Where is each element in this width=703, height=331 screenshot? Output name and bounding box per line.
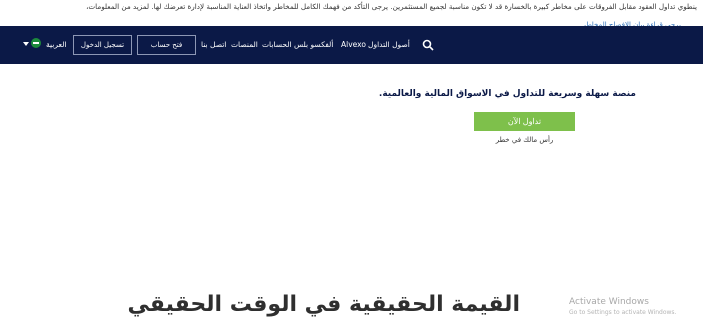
search-icon[interactable] bbox=[422, 39, 434, 51]
risk-warning-text: ينطوي تداول العقود مقابل الفروقات على مخ… bbox=[86, 2, 697, 11]
saudi-flag-icon[interactable] bbox=[31, 38, 41, 48]
hero-headline: منصة سهلة وسريعة للتداول في الاسواق الما… bbox=[378, 89, 636, 99]
capital-risk-note: رأس مالك في خطر bbox=[495, 136, 554, 144]
section-heading: القيمة الحقيقية في الوقت الحقيقي bbox=[127, 292, 521, 317]
open-account-button[interactable]: فتح حساب bbox=[137, 35, 196, 55]
nav-item-platforms[interactable]: المنصات bbox=[231, 40, 258, 50]
risk-warning-banner: ينطوي تداول العقود مقابل الفروقات على مخ… bbox=[0, 0, 703, 29]
nav-item-contact[interactable]: اتصل بنا bbox=[201, 40, 226, 50]
windows-activation-title: Activate Windows bbox=[569, 297, 649, 307]
nav-item-accounts[interactable]: الحسابات bbox=[262, 40, 292, 50]
chevron-down-icon[interactable] bbox=[23, 42, 29, 46]
nav-item-alvexo-plus[interactable]: ألفكسو بلس bbox=[294, 40, 333, 50]
login-button[interactable]: تسجيل الدخول bbox=[73, 35, 132, 55]
trade-now-button[interactable]: تداول الآن bbox=[474, 112, 575, 131]
language-selector-label[interactable]: العربية bbox=[46, 40, 67, 50]
nav-item-alvexo[interactable]: Alvexo bbox=[341, 40, 366, 50]
windows-activation-subtitle: Go to Settings to activate Windows. bbox=[569, 309, 677, 316]
main-navbar: أصول التداول Alvexo ألفكسو بلس الحسابات … bbox=[0, 26, 703, 64]
nav-item-trading-assets[interactable]: أصول التداول bbox=[368, 40, 410, 50]
